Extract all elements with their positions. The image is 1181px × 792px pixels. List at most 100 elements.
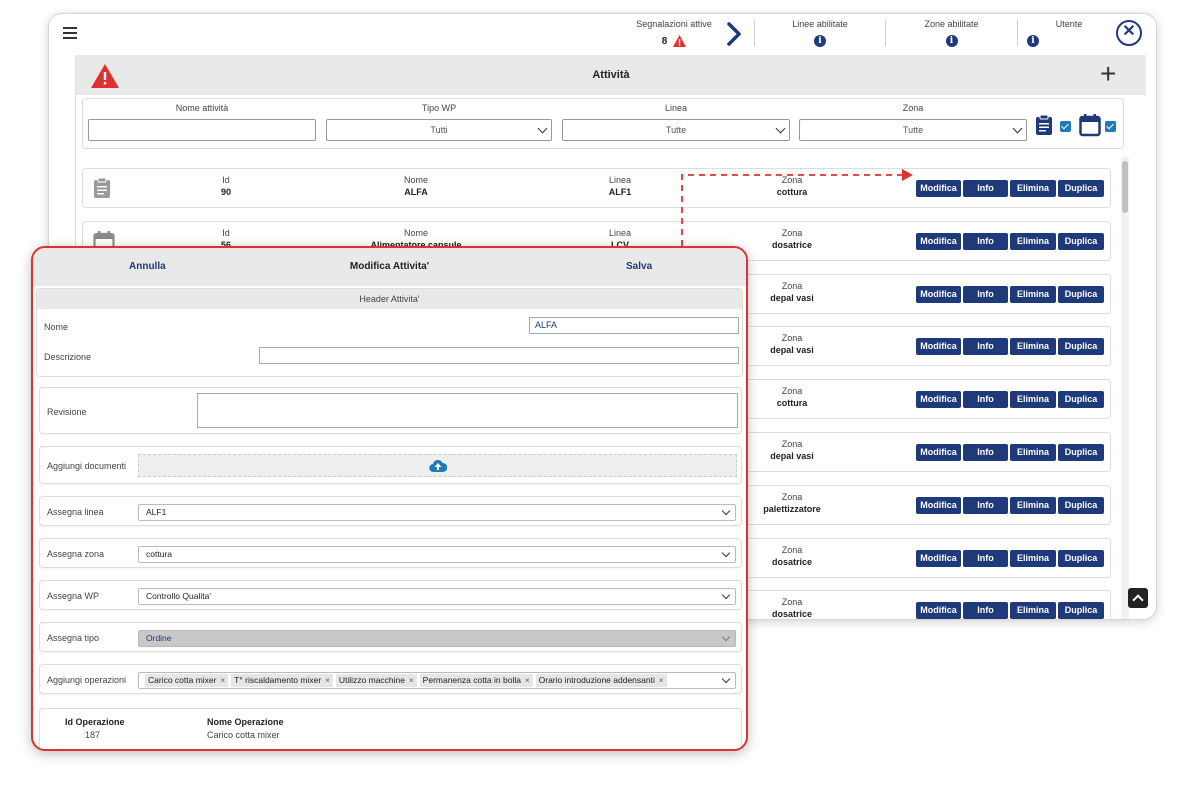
chevron-right-icon[interactable]	[725, 21, 743, 47]
elimina-button[interactable]: Elimina	[1010, 550, 1056, 567]
info-button[interactable]: Info	[963, 497, 1008, 514]
documenti-card: Aggiungi documenti	[39, 446, 742, 484]
duplica-button[interactable]: Duplica	[1058, 550, 1104, 567]
info-button[interactable]: Info	[963, 602, 1008, 619]
descrizione-label: Descrizione	[44, 352, 92, 362]
zona-select[interactable]: Tutte	[799, 119, 1027, 141]
assegna-zona-card: Assegna zona cottura	[39, 538, 742, 568]
zone-abilitate[interactable]: Zone abilitate i	[889, 19, 1014, 47]
remove-tag-icon[interactable]: ×	[325, 674, 330, 687]
descrizione-input[interactable]	[259, 347, 739, 364]
close-icon[interactable]: ✕	[1116, 20, 1142, 46]
duplica-button[interactable]: Duplica	[1058, 444, 1104, 461]
duplica-button[interactable]: Duplica	[1058, 497, 1104, 514]
zona-cell: Zona depal vasi	[732, 439, 852, 461]
chevron-down-icon	[721, 506, 731, 516]
elimina-button[interactable]: Elimina	[1010, 444, 1056, 461]
modifica-button[interactable]: Modifica	[916, 602, 961, 619]
operazione-id-cell: 187	[85, 730, 101, 740]
salva-button[interactable]: Salva	[626, 261, 652, 272]
operation-tag-label: Carico cotta mixer	[148, 675, 217, 685]
divider	[885, 20, 886, 46]
assegna-zona-label: Assegna zona	[47, 549, 105, 559]
calendar-icon[interactable]	[1079, 113, 1101, 137]
zona-value: Tutte	[902, 125, 924, 135]
modifica-button[interactable]: Modifica	[916, 338, 961, 355]
modifica-button[interactable]: Modifica	[916, 497, 961, 514]
zona-label: Zona	[781, 228, 803, 238]
modifica-button[interactable]: Modifica	[916, 391, 961, 408]
segnalazioni-attive[interactable]: Segnalazioni attive 8	[634, 19, 714, 47]
info-icon[interactable]: i	[814, 35, 826, 47]
assegna-linea-select[interactable]: ALF1	[138, 504, 736, 521]
operation-tag: T° riscaldamento mixer ×	[231, 674, 333, 687]
assegna-zona-select[interactable]: cottura	[138, 546, 736, 563]
modifica-button[interactable]: Modifica	[916, 233, 961, 250]
remove-tag-icon[interactable]: ×	[409, 674, 414, 687]
info-button[interactable]: Info	[963, 286, 1008, 303]
add-activity-button[interactable]: +	[1100, 59, 1116, 89]
chevron-down-icon	[1012, 123, 1023, 134]
remove-tag-icon[interactable]: ×	[525, 674, 530, 687]
nome-attivita-input[interactable]	[88, 119, 316, 141]
duplica-button[interactable]: Duplica	[1058, 338, 1104, 355]
remove-tag-icon[interactable]: ×	[659, 674, 664, 687]
duplica-button[interactable]: Duplica	[1058, 602, 1104, 619]
elimina-button[interactable]: Elimina	[1010, 497, 1056, 514]
zona-value: dosatrice	[771, 609, 813, 619]
revisione-textarea[interactable]	[197, 393, 738, 428]
assegna-tipo-label: Assegna tipo	[47, 633, 100, 643]
duplica-button[interactable]: Duplica	[1058, 180, 1104, 197]
nome-label: Nome	[403, 175, 428, 185]
chevron-down-icon	[721, 632, 731, 642]
elimina-button[interactable]: Elimina	[1010, 602, 1056, 619]
row-actions: Modifica Info Elimina Duplica	[916, 286, 1104, 303]
tipo-wp-select[interactable]: Tutti	[326, 119, 552, 141]
info-button[interactable]: Info	[963, 338, 1008, 355]
zona-label: Zona	[781, 175, 803, 185]
elimina-button[interactable]: Elimina	[1010, 286, 1056, 303]
elimina-button[interactable]: Elimina	[1010, 233, 1056, 250]
info-button[interactable]: Info	[963, 391, 1008, 408]
documenti-label: Aggiungi documenti	[47, 461, 127, 471]
modifica-button[interactable]: Modifica	[916, 180, 961, 197]
zona-cell: Zona palettizzatore	[732, 492, 852, 514]
zona-label: Zona	[781, 281, 803, 291]
remove-tag-icon[interactable]: ×	[221, 674, 226, 687]
linea-select[interactable]: Tutte	[562, 119, 790, 141]
menu-icon[interactable]	[63, 27, 77, 39]
scrollbar-thumb[interactable]	[1122, 161, 1128, 213]
elimina-button[interactable]: Elimina	[1010, 391, 1056, 408]
utente[interactable]: Utente i	[1019, 19, 1119, 47]
duplica-button[interactable]: Duplica	[1058, 391, 1104, 408]
zona-cell: Zona dosatrice	[732, 228, 852, 250]
operazioni-multiselect[interactable]: Carico cotta mixer × T° riscaldamento mixe…	[138, 672, 736, 689]
duplica-button[interactable]: Duplica	[1058, 233, 1104, 250]
modifica-button[interactable]: Modifica	[916, 286, 961, 303]
assegna-wp-select[interactable]: Controllo Qualita'	[138, 588, 736, 605]
zona-value: cottura	[776, 398, 808, 408]
segnalazioni-count: 8	[661, 35, 668, 47]
scroll-to-top-button[interactable]	[1128, 588, 1148, 608]
clipboard-filter-checkbox[interactable]	[1060, 121, 1071, 132]
calendar-filter-checkbox[interactable]	[1105, 121, 1116, 132]
info-icon[interactable]: i	[945, 35, 958, 47]
nome-input[interactable]: ALFA	[529, 317, 739, 334]
revisione-card: Revisione	[39, 387, 742, 434]
info-button[interactable]: Info	[963, 180, 1008, 197]
elimina-button[interactable]: Elimina	[1010, 180, 1056, 197]
modifica-button[interactable]: Modifica	[916, 444, 961, 461]
duplica-button[interactable]: Duplica	[1058, 286, 1104, 303]
info-button[interactable]: Info	[963, 444, 1008, 461]
linee-abilitate[interactable]: Linee abilitate i	[761, 19, 879, 47]
info-icon[interactable]: i	[1027, 35, 1039, 47]
info-button[interactable]: Info	[963, 550, 1008, 567]
scrollbar[interactable]	[1121, 157, 1129, 619]
upload-dropzone[interactable]	[138, 454, 737, 477]
edit-activity-modal: Annulla Modifica Attivita' Salva Header …	[31, 246, 748, 751]
modifica-button[interactable]: Modifica	[916, 550, 961, 567]
row-actions: Modifica Info Elimina Duplica	[916, 550, 1104, 567]
elimina-button[interactable]: Elimina	[1010, 338, 1056, 355]
info-button[interactable]: Info	[963, 233, 1008, 250]
clipboard-icon[interactable]	[1035, 114, 1053, 136]
